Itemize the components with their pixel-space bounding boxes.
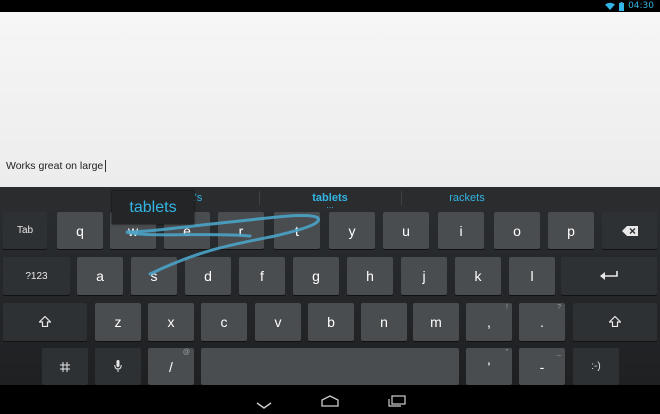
key-o[interactable]: o xyxy=(494,212,540,249)
key-m[interactable]: m xyxy=(413,303,459,341)
symbols-key[interactable]: ?123 xyxy=(3,257,70,295)
soft-keyboard: tablet's tablets ... rackets Tab q w e r… xyxy=(0,187,660,385)
key-p[interactable]: p xyxy=(548,212,594,249)
slash-hint: @ xyxy=(182,349,190,356)
back-icon[interactable] xyxy=(256,395,272,414)
apostrophe-hint: " xyxy=(505,349,509,356)
comma-hint: ! xyxy=(506,304,508,311)
key-j[interactable]: j xyxy=(401,257,447,295)
enter-icon xyxy=(600,268,618,284)
slash-label: / xyxy=(169,358,173,375)
editor-text-line[interactable]: Works great on large xyxy=(6,160,107,172)
shift-key-right[interactable] xyxy=(573,303,657,341)
microphone-key[interactable] xyxy=(95,348,141,385)
key-g[interactable]: g xyxy=(293,257,339,295)
editor-text: Works great on large xyxy=(6,160,104,172)
key-t[interactable]: t xyxy=(274,212,320,249)
text-cursor xyxy=(105,160,107,172)
shift-icon xyxy=(608,314,622,330)
key-period[interactable]: . ? xyxy=(519,303,565,341)
key-b[interactable]: b xyxy=(308,303,354,341)
clock: 04:30 xyxy=(628,1,654,11)
recent-apps-icon[interactable] xyxy=(388,392,406,411)
key-slash[interactable]: / @ xyxy=(148,348,194,385)
shift-icon xyxy=(38,314,52,330)
key-x[interactable]: x xyxy=(148,303,194,341)
period-hint: ? xyxy=(557,304,561,311)
key-dash[interactable]: - _ xyxy=(519,348,565,385)
period-label: . xyxy=(540,314,544,330)
key-y[interactable]: y xyxy=(329,212,375,249)
key-r[interactable]: r xyxy=(218,212,264,249)
key-s[interactable]: s xyxy=(131,257,177,295)
key-a[interactable]: a xyxy=(77,257,123,295)
space-bar[interactable] xyxy=(201,348,459,385)
key-f[interactable]: f xyxy=(239,257,285,295)
key-comma[interactable]: , ! xyxy=(466,303,512,341)
key-v[interactable]: v xyxy=(255,303,301,341)
shift-key-left[interactable] xyxy=(3,303,87,341)
dash-hint: _ xyxy=(557,349,561,356)
suggestion-right[interactable]: rackets xyxy=(402,187,532,209)
key-z[interactable]: z xyxy=(95,303,141,341)
comma-label: , xyxy=(487,314,491,330)
smiley-key[interactable]: :-) xyxy=(573,348,619,385)
battery-icon xyxy=(619,1,625,11)
key-q[interactable]: q xyxy=(57,212,103,249)
suggestion-strip: tablet's tablets ... rackets xyxy=(0,187,660,210)
key-n[interactable]: n xyxy=(361,303,407,341)
enter-key[interactable] xyxy=(561,257,657,295)
key-d[interactable]: d xyxy=(185,257,231,295)
navigation-bar xyxy=(0,385,660,412)
keyboard-settings-key[interactable] xyxy=(42,348,88,385)
key-l[interactable]: l xyxy=(509,257,555,295)
key-i[interactable]: i xyxy=(438,212,484,249)
key-k[interactable]: k xyxy=(455,257,501,295)
backspace-icon xyxy=(621,223,638,239)
key-h[interactable]: h xyxy=(347,257,393,295)
home-icon[interactable] xyxy=(320,392,340,411)
text-editor[interactable]: Works great on large xyxy=(0,12,660,187)
status-bar: 04:30 xyxy=(0,0,660,12)
status-icons: 04:30 xyxy=(605,0,654,12)
microphone-icon xyxy=(114,359,122,375)
key-c[interactable]: c xyxy=(201,303,247,341)
wifi-icon xyxy=(605,2,616,10)
dash-label: - xyxy=(539,358,545,375)
backspace-key[interactable] xyxy=(602,212,657,249)
suggestion-more-indicator[interactable]: ... xyxy=(315,202,345,210)
key-apostrophe[interactable]: ' " xyxy=(466,348,512,385)
keyboard-settings-icon xyxy=(60,359,70,375)
tab-key[interactable]: Tab xyxy=(3,212,47,249)
key-u[interactable]: u xyxy=(383,212,429,249)
apostrophe-label: ' xyxy=(487,358,491,375)
gesture-preview-bubble: tablets xyxy=(112,191,194,224)
